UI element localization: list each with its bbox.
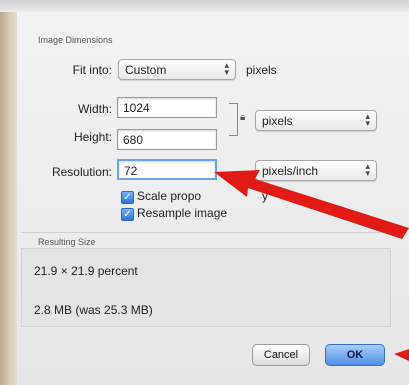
resolution-arrow-icon — [214, 170, 409, 239]
annotation-arrows — [214, 170, 409, 361]
ok-arrow-icon — [394, 349, 409, 361]
